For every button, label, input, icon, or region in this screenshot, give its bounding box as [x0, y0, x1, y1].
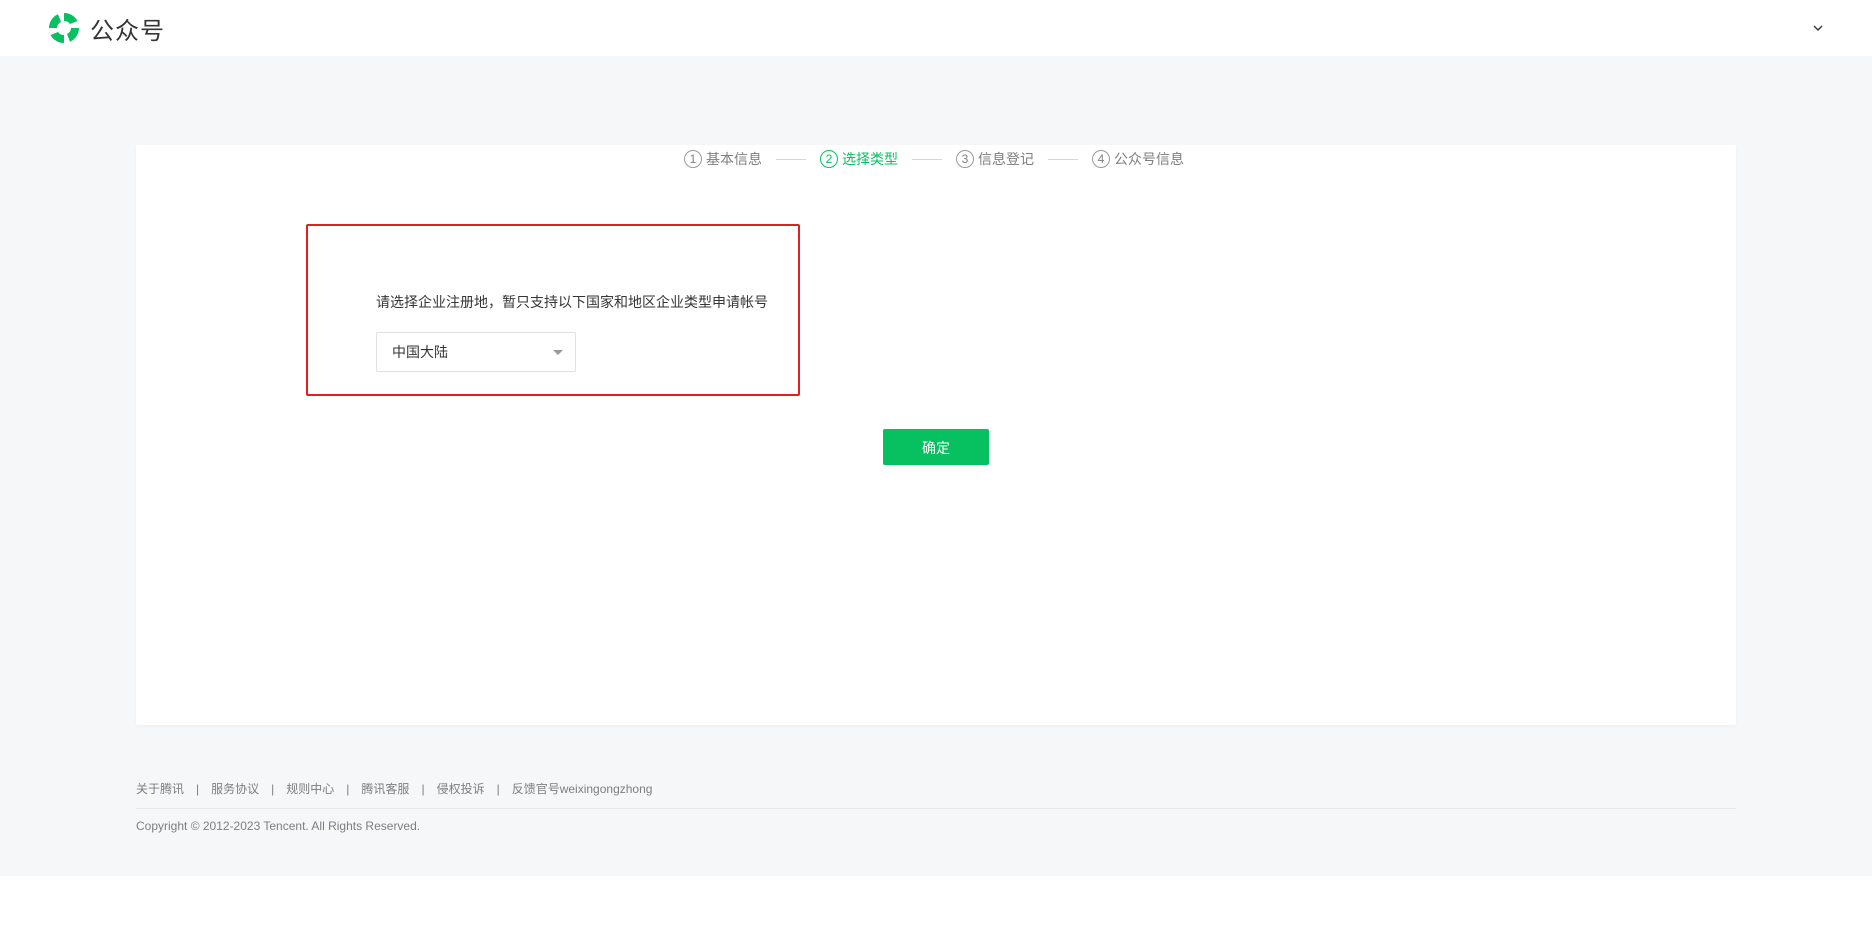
progress-steps: 1 基本信息 2 选择类型 3 信息登记 4 公众号信息 — [684, 149, 1184, 169]
footer-link-feedback[interactable]: 反馈官号weixingongzhong — [512, 780, 653, 797]
step-info-registration: 3 信息登记 — [956, 149, 1034, 169]
region-prompt: 请选择企业注册地，暂只支持以下国家和地区企业类型申请帐号 — [376, 294, 768, 310]
footer-link-service-agreement[interactable]: 服务协议 — [211, 780, 259, 797]
footer-separator: | — [271, 781, 275, 796]
logo-text: 公众号 — [90, 17, 165, 45]
content-background: 关于腾讯 | 服务协议 | 规则中心 | 腾讯客服 | 侵权投诉 | 反馈官号w… — [0, 56, 1872, 876]
step-label: 信息登记 — [978, 151, 1034, 167]
footer-links: 关于腾讯 | 服务协议 | 规则中心 | 腾讯客服 | 侵权投诉 | 反馈官号w… — [136, 780, 652, 797]
step-label: 选择类型 — [842, 151, 898, 167]
logo[interactable]: 公众号 — [46, 10, 165, 46]
step-number: 3 — [956, 150, 974, 168]
step-number: 1 — [684, 150, 702, 168]
wechat-official-account-logo — [49, 12, 79, 44]
step-select-type: 2 选择类型 — [820, 149, 898, 169]
footer-link-infringement[interactable]: 侵权投诉 — [437, 780, 485, 797]
copyright: Copyright © 2012-2023 Tencent. All Right… — [136, 819, 421, 833]
footer-separator: | — [421, 781, 425, 796]
top-header: 公众号 — [0, 0, 1872, 56]
step-connector — [776, 158, 806, 160]
step-number: 4 — [1092, 150, 1110, 168]
caret-down-icon — [553, 350, 563, 355]
footer-separator: | — [496, 781, 500, 796]
step-basic-info: 1 基本信息 — [684, 149, 762, 169]
footer-link-customer-service[interactable]: 腾讯客服 — [361, 780, 409, 797]
step-connector — [912, 158, 942, 160]
step-account-info: 4 公众号信息 — [1092, 149, 1184, 169]
footer-divider — [136, 808, 1736, 809]
step-label: 公众号信息 — [1114, 151, 1184, 167]
page: 公众号 关于腾讯 | 服务协议 | 规则中心 | 腾讯客服 | 侵权投诉 | 反… — [0, 0, 1872, 936]
step-number: 2 — [820, 150, 838, 168]
footer-link-about[interactable]: 关于腾讯 — [136, 780, 184, 797]
footer-separator: | — [346, 781, 350, 796]
region-select[interactable]: 中国大陆 — [376, 332, 576, 372]
step-label: 基本信息 — [706, 151, 762, 167]
footer-separator: | — [196, 781, 200, 796]
confirm-button[interactable]: 确定 — [883, 429, 989, 465]
chevron-down-icon[interactable] — [1808, 18, 1828, 38]
footer-link-rules-center[interactable]: 规则中心 — [286, 780, 334, 797]
step-connector — [1048, 158, 1078, 160]
region-select-value: 中国大陆 — [392, 344, 448, 360]
